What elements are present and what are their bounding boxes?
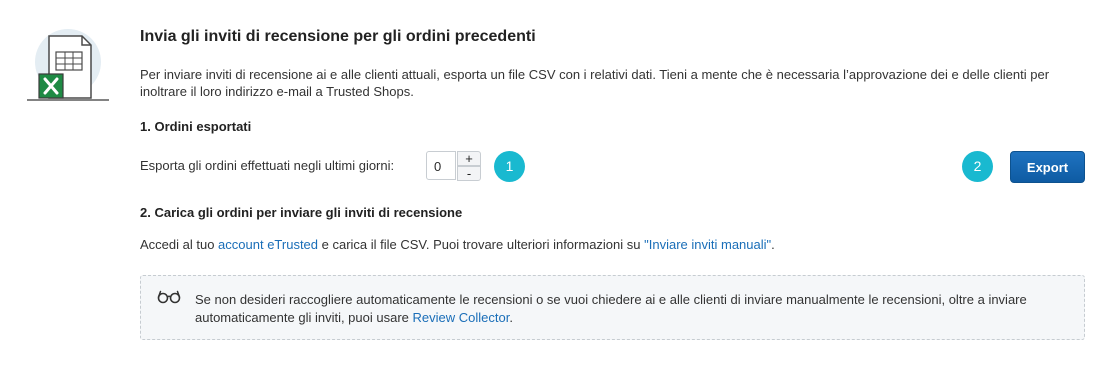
upload-instructions: Accedi al tuo account eTrusted e carica …: [140, 237, 775, 252]
glasses-icon: [157, 290, 181, 304]
etrusted-account-link[interactable]: account eTrusted: [218, 237, 318, 252]
intro-text: Per inviare inviti di recensione ai e al…: [140, 67, 1050, 99]
step-badge-2: 2: [962, 151, 993, 182]
step1-heading: 1. Ordini esportati: [140, 119, 252, 134]
days-input[interactable]: 0: [426, 151, 456, 180]
increment-button[interactable]: +: [457, 151, 481, 166]
csv-spreadsheet-icon: [27, 28, 109, 102]
info-note: Se non desideri raccogliere automaticame…: [140, 275, 1085, 340]
review-collector-link[interactable]: Review Collector: [413, 310, 510, 325]
step-badge-1: 1: [494, 151, 525, 182]
export-days-label: Esporta gli ordini effettuati negli ulti…: [140, 158, 395, 173]
manual-invites-link[interactable]: "Inviare inviti manuali": [644, 237, 771, 252]
upload-text-middle: e carica il file CSV. Puoi trovare ulter…: [318, 237, 645, 252]
upload-text-after: .: [771, 237, 775, 252]
note-text: Se non desideri raccogliere automaticame…: [195, 291, 1055, 327]
decrement-button[interactable]: -: [457, 166, 481, 181]
note-text-before: Se non desideri raccogliere automaticame…: [195, 292, 1027, 325]
page-title: Invia gli inviti di recensione per gli o…: [140, 28, 536, 45]
export-button[interactable]: Export: [1010, 151, 1085, 183]
upload-text-before: Accedi al tuo: [140, 237, 219, 252]
note-text-after: .: [509, 310, 513, 325]
step2-heading: 2. Carica gli ordini per inviare gli inv…: [140, 205, 463, 220]
days-stepper[interactable]: 0 + -: [426, 151, 481, 182]
